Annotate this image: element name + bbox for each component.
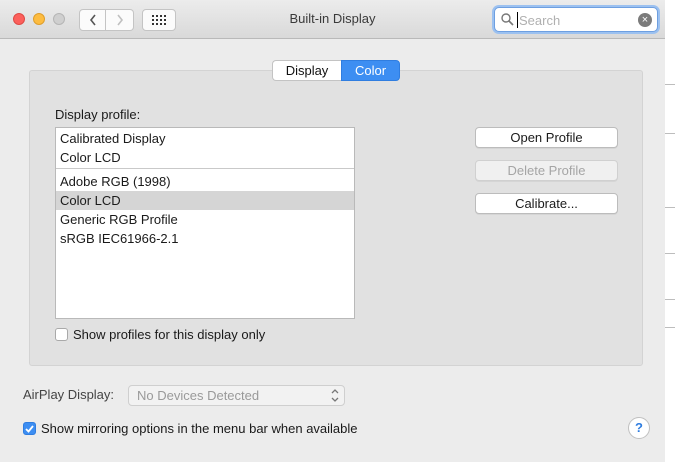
tab-display[interactable]: Display <box>272 60 341 81</box>
profile-list-item-selected[interactable]: Color LCD <box>56 191 354 210</box>
profile-list-item[interactable]: Generic RGB Profile <box>56 210 354 229</box>
show-profiles-label: Show profiles for this display only <box>73 327 266 342</box>
clear-search-icon[interactable]: × <box>638 13 652 27</box>
mirroring-label: Show mirroring options in the menu bar w… <box>41 421 358 436</box>
open-profile-button[interactable]: Open Profile <box>475 127 618 148</box>
profile-list[interactable]: Calibrated Display Color LCD Adobe RGB (… <box>55 127 355 319</box>
profile-list-item[interactable]: Color LCD <box>56 148 354 167</box>
profile-list-item[interactable]: sRGB IEC61966-2.1 <box>56 229 354 248</box>
search-placeholder: Search <box>519 13 561 28</box>
mirroring-checkbox[interactable] <box>23 422 36 435</box>
tab-selector: Display Color <box>272 60 400 81</box>
list-divider <box>56 168 354 169</box>
airplay-display-value: No Devices Detected <box>137 388 260 403</box>
system-preferences-window: Built-in Display Search × Display Color … <box>0 0 665 462</box>
airplay-display-label: AirPlay Display: <box>23 387 115 402</box>
search-field[interactable]: Search × <box>494 7 658 32</box>
text-cursor <box>517 12 518 28</box>
display-profile-label: Display profile: <box>55 107 141 122</box>
profile-list-item[interactable]: Calibrated Display <box>56 129 354 148</box>
search-icon <box>501 13 514 26</box>
checkmark-icon <box>25 424 34 433</box>
updown-arrows-icon <box>331 389 339 402</box>
delete-profile-button[interactable]: Delete Profile <box>475 160 618 181</box>
calibrate-button[interactable]: Calibrate... <box>475 193 618 214</box>
show-profiles-checkbox[interactable] <box>55 328 68 341</box>
help-button[interactable]: ? <box>628 417 650 439</box>
tab-color[interactable]: Color <box>341 60 400 81</box>
show-profiles-checkbox-row[interactable]: Show profiles for this display only <box>55 327 265 342</box>
profile-list-item[interactable]: Adobe RGB (1998) <box>56 172 354 191</box>
background-window <box>665 0 675 462</box>
mirroring-checkbox-row[interactable]: Show mirroring options in the menu bar w… <box>23 421 358 436</box>
title-bar: Built-in Display Search × <box>0 0 665 39</box>
airplay-display-popup[interactable]: No Devices Detected <box>128 385 345 406</box>
